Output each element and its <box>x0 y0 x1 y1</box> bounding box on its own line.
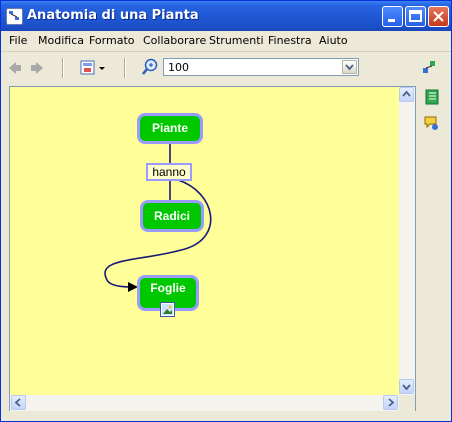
settings-tools-icon[interactable] <box>421 59 437 75</box>
vertical-scrollbar[interactable] <box>399 87 415 395</box>
concept-node-radici[interactable]: Radici <box>140 200 204 232</box>
back-arrow-icon[interactable] <box>7 60 23 76</box>
scroll-left-button[interactable] <box>11 395 26 410</box>
concept-map-canvas[interactable]: Piante hanno Radici Foglie <box>9 86 416 411</box>
horizontal-scrollbar[interactable] <box>10 395 399 411</box>
menu-formato[interactable]: Formato <box>89 34 135 47</box>
maximize-button[interactable] <box>405 6 426 27</box>
concept-node-piante[interactable]: Piante <box>137 113 203 144</box>
menu-strumenti[interactable]: Strumenti <box>209 34 264 47</box>
scroll-right-button[interactable] <box>383 395 398 410</box>
zoom-select[interactable]: 100 <box>163 58 359 76</box>
chevron-down-icon[interactable] <box>342 60 357 74</box>
title-bar[interactable]: Anatomia di una Pianta <box>1 1 451 31</box>
zoom-magnifier-icon <box>141 58 159 76</box>
scroll-down-button[interactable] <box>399 379 414 394</box>
forward-arrow-icon[interactable] <box>29 60 45 76</box>
menu-aiuto[interactable]: Aiuto <box>319 34 348 47</box>
view-mode-dropdown[interactable] <box>80 60 108 76</box>
window-title: Anatomia di una Pianta <box>27 8 199 23</box>
menu-modifica[interactable]: Modifica <box>38 34 84 47</box>
chat-collaborate-icon[interactable] <box>424 115 440 131</box>
menu-file[interactable]: File <box>9 34 27 47</box>
close-button[interactable] <box>428 6 449 27</box>
menu-finestra[interactable]: Finestra <box>268 34 312 47</box>
toolbar-separator <box>62 58 64 78</box>
application-window: Anatomia di una Pianta File Modifica For… <box>0 0 452 422</box>
app-icon <box>6 8 23 25</box>
minimize-button[interactable] <box>382 6 403 27</box>
image-resource-icon[interactable] <box>160 302 175 317</box>
menu-bar: File Modifica Formato Collaborare Strume… <box>1 31 451 52</box>
zoom-value: 100 <box>168 61 189 74</box>
connector-lines <box>104 143 212 292</box>
menu-collaborare[interactable]: Collaborare <box>143 34 206 47</box>
notebook-icon[interactable] <box>424 89 440 105</box>
scrollbar-corner <box>399 395 415 411</box>
link-phrase-hanno[interactable]: hanno <box>146 163 192 181</box>
toolbar-separator <box>124 58 126 78</box>
scroll-up-button[interactable] <box>399 87 414 102</box>
